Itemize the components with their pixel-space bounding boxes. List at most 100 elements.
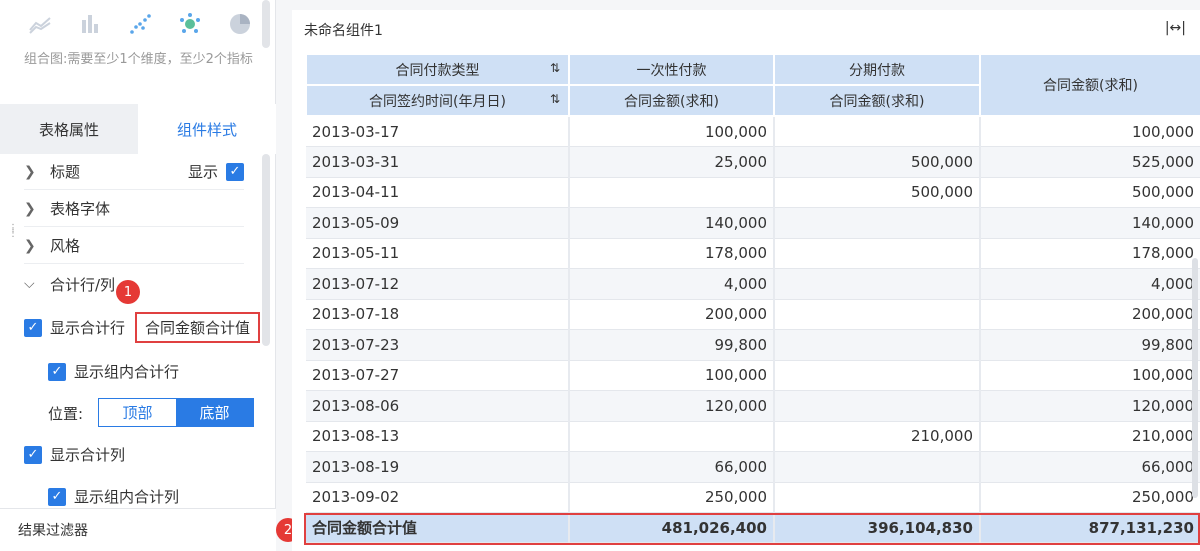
amount-cell: 500,000	[980, 177, 1200, 208]
chevron-right-icon: ❯	[24, 200, 36, 217]
table-row[interactable]: 2013-07-18 200,000 200,000	[306, 299, 1200, 330]
amount-cell: 100,000	[980, 116, 1200, 147]
annotation-badge-1: 1	[116, 280, 140, 304]
section-title[interactable]: ❯ 标题 显示 ✓	[24, 154, 244, 190]
amount-cell: 210,000	[774, 421, 981, 452]
header-payment-type[interactable]: 合同付款类型 ⇅	[305, 53, 570, 86]
section-style-label: 风格	[50, 237, 81, 255]
amount-cell	[774, 360, 981, 391]
amount-cell	[774, 390, 981, 422]
total-label-cell: 合同金额合计值	[306, 512, 570, 543]
component-preview: 未命名组件1 |↔| 合同付款类型 ⇅ 一次性付款 分期付款 合同金额(求和) 合…	[292, 10, 1200, 551]
title-show-checkbox[interactable]: ✓	[226, 162, 244, 181]
header-installment[interactable]: 分期付款	[773, 53, 981, 86]
chart-hint: 组合图:需要至少1个维度，至少2个指标	[24, 52, 253, 67]
tab-component-style[interactable]: 组件样式	[138, 104, 276, 154]
amount-cell: 100,000	[569, 360, 775, 391]
amount-cell: 250,000	[980, 482, 1200, 513]
sort-icon[interactable]: ⇅	[550, 92, 560, 106]
date-cell: 2013-07-18	[306, 299, 570, 330]
expand-width-icon[interactable]: |↔|	[1165, 20, 1186, 36]
amount-cell	[774, 451, 981, 483]
amount-cell: 250,000	[569, 482, 775, 513]
table-row[interactable]: 2013-07-27 100,000 100,000	[306, 360, 1200, 391]
bubble-chart-icon[interactable]	[178, 12, 202, 36]
header-total-amount[interactable]: 合同金额(求和)	[979, 53, 1200, 117]
amount-cell	[774, 482, 981, 513]
header-one-time[interactable]: 一次性付款	[568, 53, 775, 86]
pivot-table: 合同付款类型 ⇅ 一次性付款 分期付款 合同金额(求和) 合同签约时间(年月日) ⇅…	[305, 53, 1200, 543]
amount-cell: 178,000	[569, 238, 775, 269]
amount-cell: 4,000	[980, 268, 1200, 300]
date-cell: 2013-08-13	[306, 421, 570, 452]
table-row[interactable]: 2013-05-09 140,000 140,000	[306, 207, 1200, 239]
date-cell: 2013-05-09	[306, 207, 570, 239]
table-row[interactable]: 2013-05-11 178,000 178,000	[306, 238, 1200, 269]
table-row[interactable]: 2013-08-19 66,000 66,000	[306, 451, 1200, 483]
total-amount-cell: 481,026,400	[569, 512, 775, 543]
section-total-label: 合计行/列	[50, 275, 116, 294]
pie-chart-icon[interactable]	[228, 12, 252, 36]
amount-cell: 99,800	[569, 329, 775, 361]
chevron-right-icon: ❯	[24, 237, 36, 254]
header-one-time-amount[interactable]: 合同金额(求和)	[568, 84, 775, 117]
title-show-label: 显示	[187, 163, 218, 181]
section-title-label: 标题	[50, 163, 81, 181]
component-title[interactable]: 未命名组件1	[304, 20, 383, 40]
amount-cell: 200,000	[569, 299, 775, 330]
amount-cell	[774, 329, 981, 361]
amount-cell: 100,000	[980, 360, 1200, 391]
amount-cell: 66,000	[980, 451, 1200, 483]
tab-table-properties[interactable]: 表格属性	[0, 104, 138, 154]
amount-cell	[569, 177, 775, 208]
table-row[interactable]: 2013-07-23 99,800 99,800	[306, 329, 1200, 361]
date-cell: 2013-08-06	[306, 390, 570, 422]
area-chart-icon[interactable]	[28, 12, 52, 36]
date-cell: 2013-04-11	[306, 177, 570, 208]
date-cell: 2013-07-12	[306, 268, 570, 300]
amount-cell: 120,000	[569, 390, 775, 422]
table-row[interactable]: 2013-08-13 210,000 210,000	[306, 421, 1200, 452]
header-installment-amount[interactable]: 合同金额(求和)	[773, 84, 981, 117]
table-scrollbar[interactable]	[1192, 258, 1198, 498]
position-top-option[interactable]: 顶部	[99, 399, 176, 426]
date-cell: 2013-07-23	[306, 329, 570, 361]
show-total-row-label: 显示合计行	[50, 319, 126, 337]
amount-cell	[774, 268, 981, 300]
table-row[interactable]: 2013-03-31 25,000 500,000 525,000	[306, 146, 1200, 178]
panel-scrollbar[interactable]	[262, 154, 270, 346]
total-name-input[interactable]: 合同金额合计值	[135, 312, 261, 343]
table-row[interactable]: 2013-04-11 500,000 500,000	[306, 177, 1200, 208]
amount-cell: 66,000	[569, 451, 775, 483]
show-total-col-checkbox[interactable]: ✓	[24, 445, 42, 464]
amount-cell	[774, 238, 981, 269]
position-bottom-option[interactable]: 底部	[176, 399, 253, 426]
table-row[interactable]: 2013-07-12 4,000 4,000	[306, 268, 1200, 300]
table-row[interactable]: 2013-08-06 120,000 120,000	[306, 390, 1200, 422]
show-group-total-col-checkbox[interactable]: ✓	[48, 487, 66, 506]
total-row: 合同金额合计值 481,026,400 396,104,830 877,131,230	[306, 512, 1200, 543]
sort-icon[interactable]: ⇅	[550, 61, 560, 75]
resize-grip-icon[interactable]: ⋮ ⋮	[8, 224, 18, 239]
date-cell: 2013-03-31	[306, 146, 570, 178]
section-table-font[interactable]: ❯ 表格字体	[24, 191, 244, 227]
result-filter[interactable]: 结果过滤器	[0, 508, 276, 551]
table-row[interactable]: 2013-03-17 100,000 100,000	[306, 116, 1200, 147]
section-style[interactable]: ❯ 风格	[24, 228, 244, 264]
show-group-total-col-label: 显示组内合计列	[74, 488, 180, 506]
bar-chart-icon[interactable]	[78, 12, 102, 36]
amount-cell: 120,000	[980, 390, 1200, 422]
amount-cell: 4,000	[569, 268, 775, 300]
table-row[interactable]: 2013-09-02 250,000 250,000	[306, 482, 1200, 513]
show-total-row-checkbox[interactable]: ✓	[24, 318, 42, 337]
config-panel: 组合图:需要至少1个维度，至少2个指标 表格属性 组件样式 ❯ 标题 显示 ✓ …	[0, 0, 276, 551]
date-cell: 2013-08-19	[306, 451, 570, 483]
date-cell: 2013-09-02	[306, 482, 570, 513]
top-scrollbar[interactable]	[262, 0, 270, 48]
amount-cell: 100,000	[569, 116, 775, 147]
header-sign-date[interactable]: 合同签约时间(年月日) ⇅	[305, 84, 570, 117]
scatter-chart-icon[interactable]	[128, 12, 152, 36]
chart-type-icons	[28, 12, 252, 36]
amount-cell: 140,000	[569, 207, 775, 239]
show-group-total-row-checkbox[interactable]: ✓	[48, 362, 66, 381]
